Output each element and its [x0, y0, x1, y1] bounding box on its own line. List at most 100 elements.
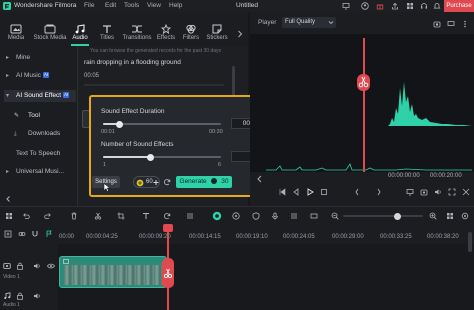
eye-icon[interactable]	[47, 262, 55, 270]
tab-label: Stickers	[206, 35, 228, 41]
player-playhead-handle[interactable]	[357, 74, 370, 91]
bell-icon[interactable]	[433, 2, 441, 10]
cut-icon[interactable]	[94, 212, 102, 220]
count-slider-track[interactable]	[103, 156, 221, 158]
sidebar-item-ai-sound-effect[interactable]: ▾ AI Sound Effect AI	[4, 90, 76, 102]
chevron-right-icon[interactable]	[237, 30, 243, 38]
tab-titles[interactable]: Titles	[92, 24, 122, 41]
more-icon[interactable]	[461, 20, 469, 28]
crop-icon[interactable]	[117, 212, 125, 220]
refresh-icon[interactable]	[163, 178, 171, 186]
share-icon[interactable]	[391, 2, 399, 10]
rotate-icon[interactable]	[163, 212, 171, 220]
menu-view[interactable]: View	[147, 2, 161, 9]
lock-icon[interactable]	[16, 262, 24, 270]
play-back-icon[interactable]	[292, 188, 300, 196]
snapshot-icon[interactable]	[433, 20, 441, 28]
step-back-icon[interactable]	[278, 188, 286, 196]
menu-help[interactable]: Help	[169, 2, 182, 9]
duration-min: 00:01	[101, 129, 115, 135]
grid-icon[interactable]	[406, 2, 414, 10]
mouse-cursor-icon	[103, 183, 111, 192]
menu-tools[interactable]: Tools	[124, 2, 139, 9]
bracket-left-icon[interactable]	[353, 188, 361, 196]
purchase-button[interactable]: Purchase	[444, 0, 474, 12]
quality-dropdown[interactable]: Full Quality	[282, 17, 336, 28]
generate-button[interactable]: Generate 30	[176, 176, 232, 188]
split-handle[interactable]	[162, 258, 174, 288]
link-icon[interactable]	[18, 230, 26, 238]
ai-assist-icon[interactable]	[212, 211, 222, 221]
sidebar-item-mine[interactable]: ▸ Mine	[4, 52, 76, 64]
gift-icon[interactable]	[376, 2, 384, 10]
zoom-in-icon[interactable]	[429, 212, 437, 220]
count-slider-knob[interactable]	[146, 153, 154, 161]
credits-pill[interactable]: 60	[133, 176, 160, 188]
stop-icon[interactable]	[320, 188, 328, 196]
camera-icon[interactable]	[420, 188, 428, 196]
list-icon[interactable]	[290, 212, 298, 220]
sidebar-item-label: Text To Speech	[16, 150, 61, 157]
microphone-icon[interactable]	[271, 212, 279, 220]
adjust-icon[interactable]	[186, 212, 194, 220]
tab-media[interactable]: Media	[1, 24, 31, 41]
tab-stickers[interactable]: Stickers	[202, 24, 232, 41]
play-icon[interactable]	[306, 188, 314, 196]
menu-file[interactable]: File	[84, 2, 94, 9]
add-credits-icon[interactable]	[153, 179, 159, 186]
add-track-icon[interactable]	[4, 230, 12, 238]
snap-icon[interactable]	[310, 212, 318, 220]
sidebar-item-tool[interactable]: ✎ Tool	[4, 110, 76, 122]
chevron-left-icon[interactable]	[256, 175, 264, 183]
zoom-slider-knob[interactable]	[394, 212, 401, 220]
scissors-icon	[163, 268, 173, 279]
current-time: 00:00:00:00	[388, 173, 420, 179]
timeline-scrollbar[interactable]	[468, 232, 472, 252]
fullscreen-icon[interactable]	[448, 188, 456, 196]
bracket-right-icon[interactable]	[375, 188, 383, 196]
collapse-sidebar-icon[interactable]	[4, 195, 12, 203]
magnet-icon[interactable]	[31, 230, 39, 238]
tab-label: Stock Media	[33, 35, 67, 41]
tab-stock-media[interactable]: Stock Media	[33, 24, 67, 41]
settings-icon[interactable]	[461, 212, 469, 220]
zoom-out-icon[interactable]	[331, 212, 339, 220]
redo-icon[interactable]	[44, 212, 52, 220]
volume-icon[interactable]	[33, 262, 41, 270]
tab-audio[interactable]: Audio	[65, 24, 95, 41]
volume-icon[interactable]	[33, 292, 41, 300]
undo-icon[interactable]	[22, 212, 30, 220]
screen-icon[interactable]	[342, 2, 350, 10]
sidebar-item-ai-music[interactable]: ▸ AI Music AI	[4, 70, 76, 82]
tab-label: Transitions	[122, 35, 152, 41]
headset-icon[interactable]	[420, 2, 428, 10]
zoom-slider[interactable]	[343, 215, 423, 217]
shield-icon[interactable]	[252, 212, 260, 220]
grid-layout-icon[interactable]	[446, 212, 454, 220]
sidebar-item-downloads[interactable]: ⤓ Downloads	[4, 128, 76, 140]
duration-label: Sound Effect Duration	[101, 108, 165, 115]
display-icon[interactable]	[447, 20, 455, 28]
duration-max: 00:30	[209, 129, 223, 135]
tab-transitions[interactable]: Transitions	[120, 24, 154, 41]
coin-icon	[136, 179, 144, 186]
avatar-icon[interactable]	[361, 2, 369, 10]
duration-slider-knob[interactable]	[116, 120, 124, 128]
color-wheel-icon[interactable]	[232, 212, 240, 220]
text-icon[interactable]	[142, 212, 150, 220]
sidebar-item-universal-music[interactable]: ▸ Universal Musi...	[4, 166, 76, 178]
grid-view-icon[interactable]	[5, 212, 13, 220]
sidebar-item-text-to-speech[interactable]: Text To Speech	[4, 148, 76, 160]
generate-label: Generate	[179, 178, 207, 185]
sound-item-title[interactable]: rain dropping in a flooding ground	[84, 59, 181, 66]
volume-icon[interactable]	[434, 188, 442, 196]
sidebar-item-label: AI Sound Effect	[16, 92, 62, 99]
menu-edit[interactable]: Edit	[105, 2, 116, 9]
timeline-playhead-handle[interactable]	[163, 224, 173, 232]
lock-icon[interactable]	[16, 292, 24, 300]
delete-icon[interactable]	[70, 212, 78, 220]
zoom-icon[interactable]	[462, 188, 470, 196]
video-clip[interactable]	[59, 256, 167, 288]
monitor-icon[interactable]	[406, 188, 414, 196]
marker-icon[interactable]	[45, 230, 53, 238]
